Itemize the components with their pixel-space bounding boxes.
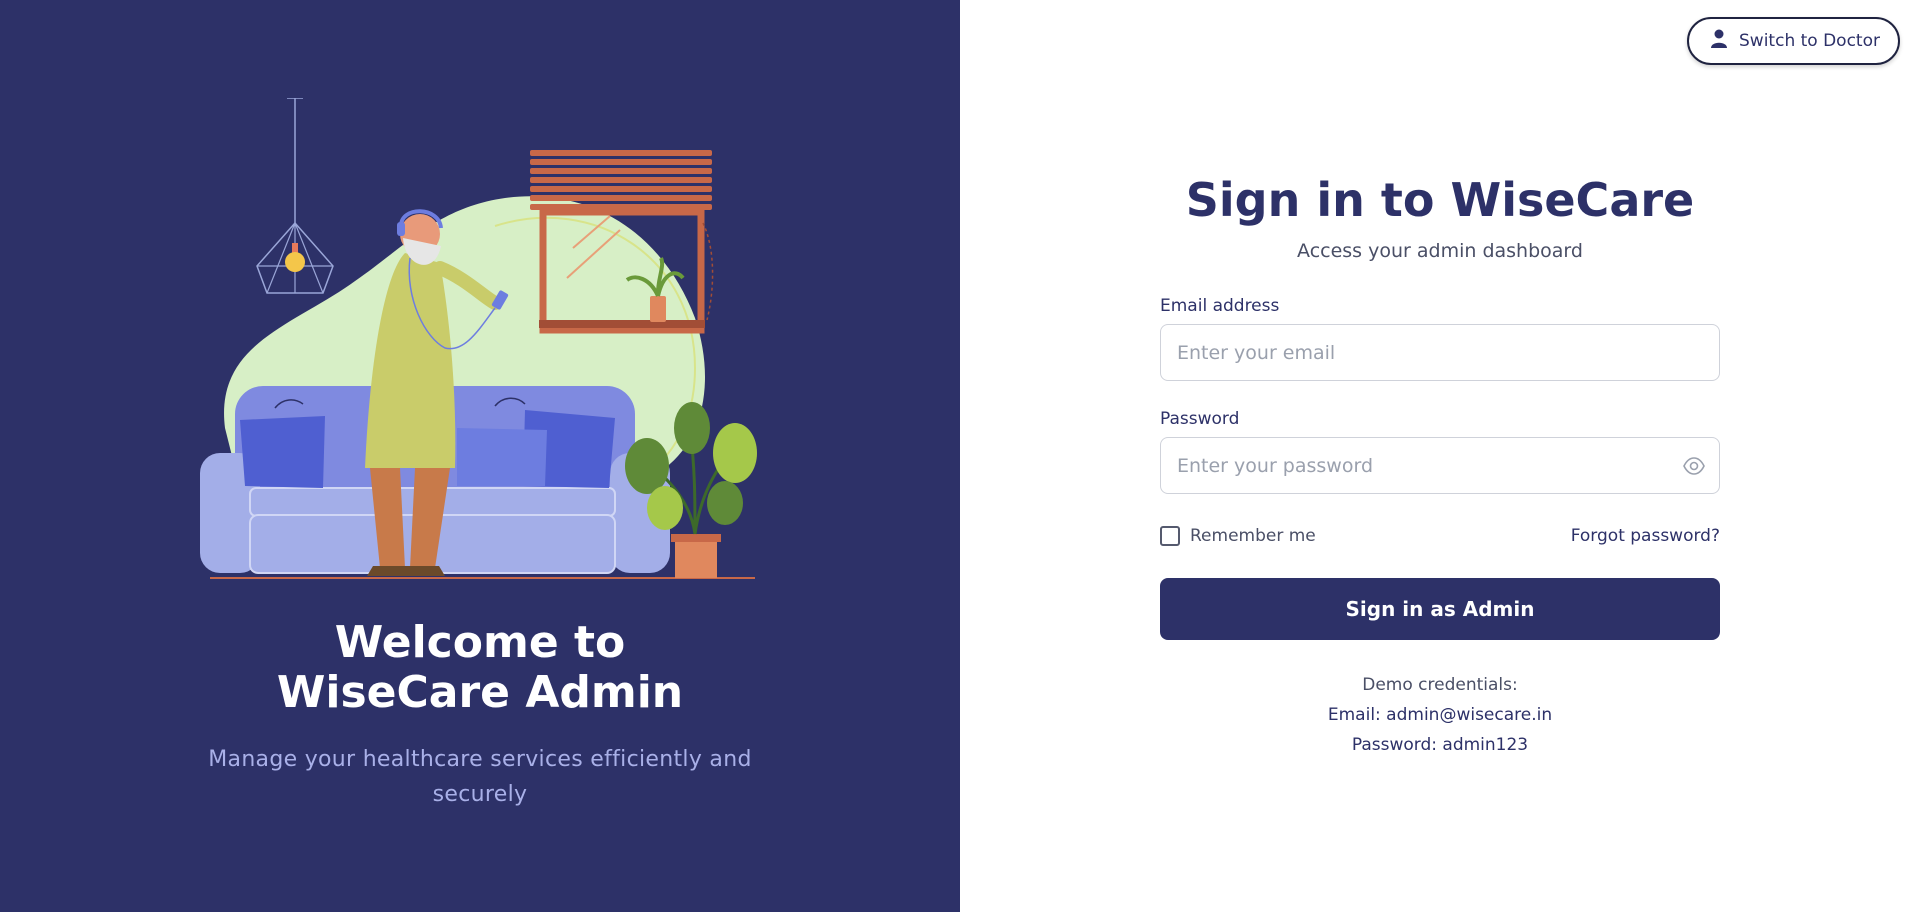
- demo-email: Email: admin@wisecare.in: [1327, 705, 1553, 725]
- elderly-man-illustration: [200, 98, 757, 579]
- email-field[interactable]: [1177, 341, 1703, 364]
- form-options-row: Remember me Forgot password?: [1160, 526, 1720, 546]
- welcome-subtitle: Manage your healthcare services efficien…: [208, 747, 752, 807]
- page-title: Sign in to WiseCare: [1185, 173, 1695, 227]
- email-label: Email address: [1160, 296, 1280, 316]
- welcome-panel: Welcome to WiseCare Admin Manage your he…: [0, 0, 960, 912]
- eye-icon[interactable]: [1683, 455, 1705, 481]
- password-label: Password: [1160, 409, 1240, 429]
- switch-to-doctor-button[interactable]: Switch to Doctor: [1687, 17, 1900, 65]
- demo-credentials-heading: Demo credentials:: [1362, 675, 1518, 695]
- sign-in-button[interactable]: Sign in as Admin: [1160, 578, 1720, 640]
- signin-panel: Switch to Doctor Sign in to WiseCare Acc…: [960, 0, 1918, 912]
- password-field-container: [1160, 437, 1720, 494]
- forgot-password-link[interactable]: Forgot password?: [1571, 526, 1720, 546]
- remember-me-checkbox[interactable]: [1160, 526, 1180, 546]
- page-subtitle: Access your admin dashboard: [1297, 240, 1583, 262]
- welcome-title: Welcome to WiseCare Admin: [276, 617, 684, 718]
- demo-password: Password: admin123: [1351, 735, 1529, 755]
- email-field-container: [1160, 324, 1720, 381]
- remember-me[interactable]: Remember me: [1160, 526, 1316, 546]
- password-field[interactable]: [1177, 454, 1703, 477]
- user-icon: [1711, 29, 1728, 53]
- switch-to-doctor-label: Switch to Doctor: [1739, 31, 1880, 51]
- demo-credentials: Demo credentials: Email: admin@wisecare.…: [1160, 670, 1720, 760]
- login-page: Welcome to WiseCare Admin Manage your he…: [0, 0, 1918, 912]
- signin-form: Sign in to WiseCare Access your admin da…: [1160, 168, 1720, 760]
- remember-me-label: Remember me: [1190, 526, 1316, 546]
